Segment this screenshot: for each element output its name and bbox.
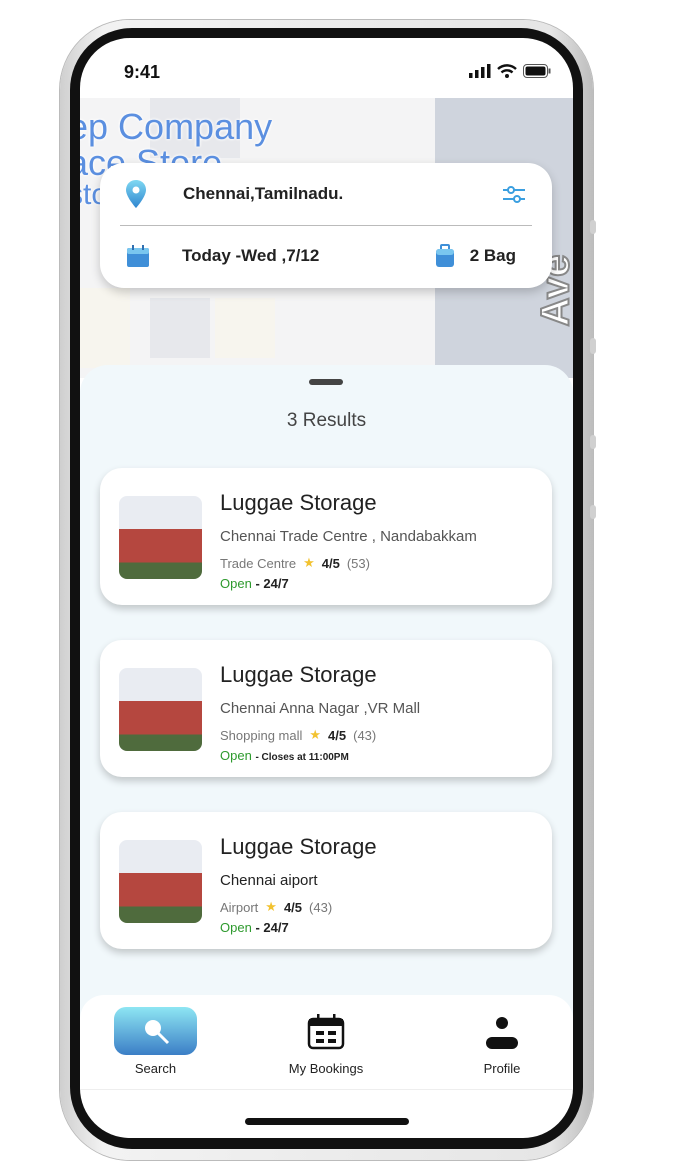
drag-handle[interactable] [309, 379, 343, 385]
nav-my-bookings[interactable]: My Bookings [276, 1007, 376, 1076]
result-card[interactable]: Luggae Storage Chennai Anna Nagar ,VR Ma… [100, 640, 552, 777]
location-text[interactable]: Chennai,Tamilnadu. [183, 184, 343, 204]
card-hours: - 24/7 [255, 920, 289, 935]
card-address: Chennai aiport [220, 872, 318, 889]
bags-text[interactable]: 2 Bag [470, 246, 516, 266]
side-button [590, 505, 596, 519]
search-icon [144, 1020, 169, 1045]
results-sheet: 3 Results Luggae Storage Chennai Trade C… [80, 365, 573, 1065]
card-reviews: (53) [346, 555, 370, 571]
card-rating: 4/5 [321, 555, 340, 571]
divider [120, 225, 532, 226]
nav-label: Profile [483, 1061, 521, 1076]
results-count: 3 Results [286, 410, 367, 431]
calendar-icon [127, 245, 149, 267]
card-category: Airport [220, 899, 259, 915]
card-rating: 4/5 [283, 899, 303, 915]
card-title: Luggae Storage [220, 662, 377, 687]
card-title: Luggae Storage [220, 490, 377, 515]
star-icon: ★ [265, 899, 277, 914]
search-summary-card[interactable]: Chennai,Tamilnadu. Today -Wed ,7/12 2 Ba… [100, 163, 552, 288]
card-rating: 4/5 [328, 727, 347, 743]
status-time: 9:41 [124, 62, 161, 82]
result-card[interactable]: Luggae Storage Chennai Trade Centre , Na… [100, 468, 552, 605]
side-button [590, 220, 596, 234]
wifi-icon [497, 64, 517, 78]
nav-search[interactable]: Search [114, 1007, 197, 1076]
card-hours: - Closes at 11:00PM [255, 752, 349, 763]
status-bar: 9:41 [80, 38, 573, 98]
card-address: Chennai Trade Centre , Nandabakkam [220, 528, 477, 545]
date-text[interactable]: Today -Wed ,7/12 [182, 246, 319, 266]
calendar-icon [307, 1014, 345, 1050]
card-reviews: (43) [309, 899, 333, 915]
signal-icon [469, 64, 491, 78]
location-pin-icon [126, 180, 146, 208]
open-status: Open [220, 748, 252, 763]
card-category: Trade Centre [220, 555, 297, 571]
location-thumbnail [119, 668, 202, 751]
card-address: Chennai Anna Nagar ,VR Mall [220, 700, 421, 717]
side-button [590, 435, 596, 449]
bottom-nav: Search My Bookings Profile [80, 995, 573, 1090]
star-icon: ★ [303, 555, 315, 570]
luggage-icon [435, 244, 454, 267]
card-category: Shopping mall [220, 727, 303, 743]
location-thumbnail [119, 840, 202, 923]
side-button [590, 338, 596, 354]
profile-icon [486, 1017, 518, 1049]
screen: 9:41 ep Company ace Store sto Ave Chenna… [80, 38, 573, 1138]
card-hours: - 24/7 [255, 576, 289, 591]
card-title: Luggae Storage [220, 834, 377, 859]
open-status: Open [220, 920, 252, 935]
star-icon: ★ [309, 727, 322, 742]
card-reviews: (43) [353, 727, 377, 743]
result-card[interactable]: Luggae Storage Chennai aiport Airport ★ 4/… [100, 812, 552, 949]
home-indicator[interactable] [245, 1118, 409, 1125]
location-thumbnail [119, 496, 202, 579]
filter-sliders-icon[interactable] [502, 184, 526, 204]
nav-label: Search [134, 1061, 177, 1076]
nav-label: My Bookings [288, 1061, 364, 1076]
open-status: Open [220, 576, 252, 591]
nav-profile[interactable]: Profile [472, 1007, 532, 1076]
battery-icon [523, 64, 551, 78]
